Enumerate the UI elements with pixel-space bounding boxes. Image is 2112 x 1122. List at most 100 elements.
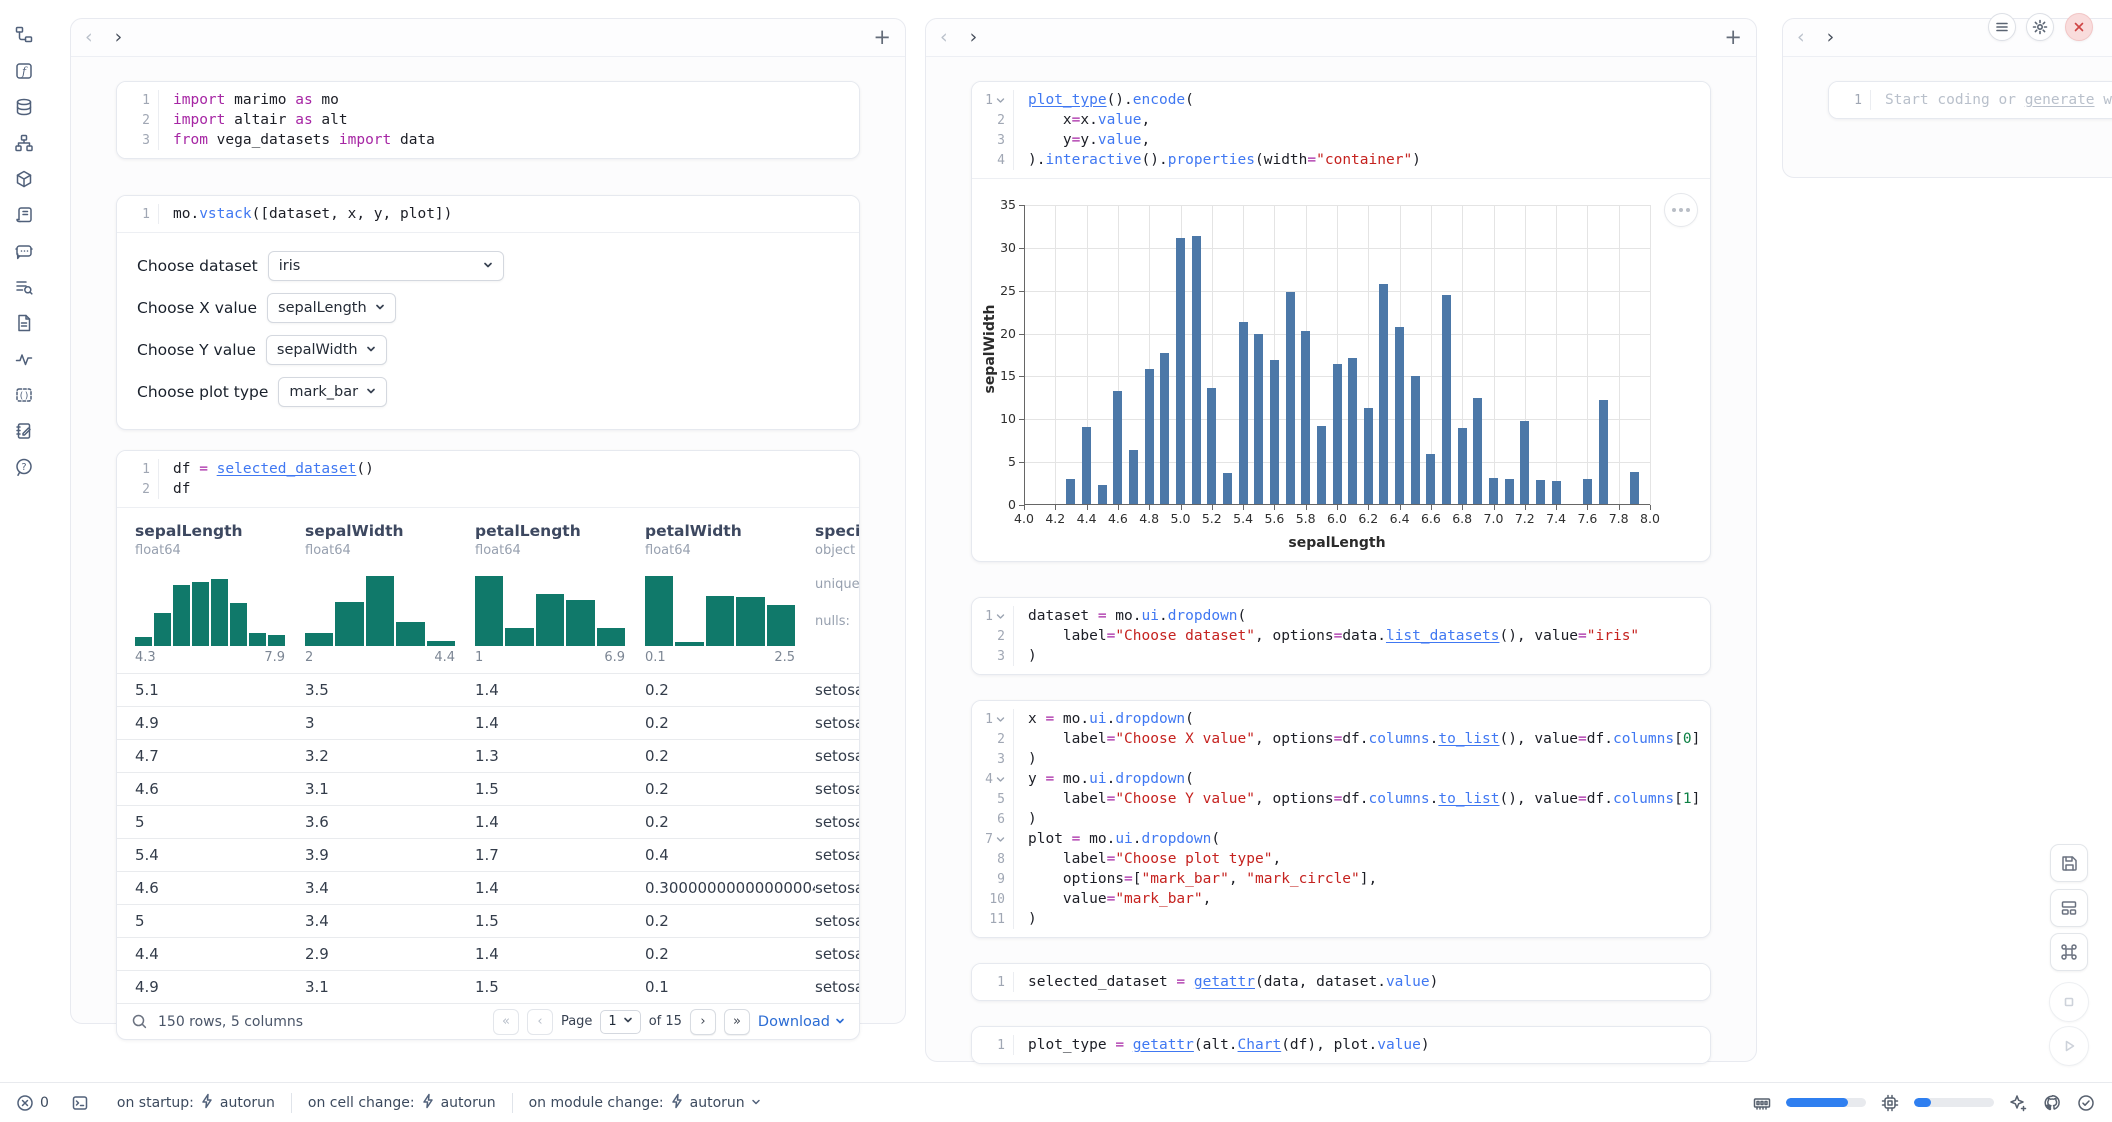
download-button[interactable]: Download [758, 1014, 845, 1030]
code-editor[interactable]: 1selected_dataset = getattr(data, datase… [972, 964, 1710, 1000]
stop-button[interactable] [2049, 982, 2089, 1022]
chevron-down-icon [366, 342, 376, 358]
code-content: df [159, 479, 190, 499]
runtime-config-module-change[interactable]: on module change:autorun [529, 1093, 761, 1113]
fold-toggle-icon[interactable] [996, 96, 1005, 105]
run-all-button[interactable] [2049, 1026, 2089, 1066]
table-cell: 3.9 [305, 846, 475, 864]
add-column-button[interactable]: + [873, 27, 891, 48]
move-column-left-icon[interactable]: ‹ [85, 28, 93, 47]
file-explorer-icon[interactable] [13, 24, 35, 46]
datasources-icon[interactable] [13, 96, 35, 118]
snippets-icon[interactable]: () [13, 384, 35, 406]
table-cell: 1.4 [475, 945, 645, 963]
column-header: ‹ › + [926, 19, 1756, 57]
fold-toggle-icon[interactable] [996, 775, 1005, 784]
code-line: 1import marimo as mo [117, 90, 859, 110]
tracing-icon[interactable] [13, 348, 35, 370]
code-line: 3) [972, 646, 1710, 666]
table-cell: 0.1 [645, 978, 815, 996]
fold-toggle-icon[interactable] [996, 835, 1005, 844]
x-tick-label: 5.8 [1289, 511, 1323, 526]
settings-gear-button[interactable] [2026, 13, 2054, 41]
move-column-left-icon[interactable]: ‹ [1797, 28, 1805, 47]
altair-chart[interactable]: 051015202530354.04.24.44.64.85.05.25.45.… [972, 179, 1710, 561]
move-column-left-icon[interactable]: ‹ [940, 28, 948, 47]
page-number-select[interactable]: 1 [600, 1010, 640, 1034]
x-tick [1149, 505, 1150, 510]
help-icon[interactable]: ? [13, 456, 35, 478]
code-editor[interactable]: 1plot_type().encode(2 x=x.value,3 y=y.va… [972, 82, 1710, 178]
code-editor[interactable]: 1mo.vstack([dataset, x, y, plot]) [117, 196, 859, 232]
first-page-button[interactable]: « [493, 1009, 519, 1035]
table-row: 4.73.21.30.2setosa [117, 739, 859, 772]
ai-chat-icon[interactable] [13, 240, 35, 262]
x-tick [1494, 505, 1495, 510]
logs-icon[interactable] [13, 204, 35, 226]
packages-icon[interactable] [13, 168, 35, 190]
code-editor[interactable]: 1x = mo.ui.dropdown(2 label="Choose X va… [972, 701, 1710, 937]
move-column-right-icon[interactable]: › [115, 28, 123, 47]
dropdown-choose-y-value[interactable]: sepalWidth [266, 335, 387, 365]
chart-bar [1520, 421, 1529, 505]
code-editor[interactable]: 1df = selected_dataset()2df [117, 451, 859, 507]
table-cell: 1.3 [475, 747, 645, 765]
keyboard-shortcuts-button[interactable] [2050, 933, 2088, 971]
runtime-config-startup[interactable]: on startup:autorun [117, 1093, 275, 1113]
x-tick-label: 6.8 [1445, 511, 1479, 526]
code-line: 4y = mo.ui.dropdown( [972, 769, 1710, 789]
table-row: 4.63.41.40.30000000000000004setosa [117, 871, 859, 904]
dropdown-choose-x-value[interactable]: sepalLength [267, 293, 396, 323]
documentation-icon[interactable] [13, 312, 35, 334]
dependency-graph-icon[interactable] [13, 132, 35, 154]
move-column-right-icon[interactable]: › [970, 28, 978, 47]
chart-bar [1536, 480, 1545, 505]
table-row: 5.13.51.40.2setosa [117, 673, 859, 706]
table-cell: 0.2 [645, 681, 815, 699]
add-column-button[interactable]: + [1724, 27, 1742, 48]
last-page-button[interactable]: » [724, 1009, 750, 1035]
table-cell: 3.5 [305, 681, 475, 699]
line-number: 1 [972, 972, 1014, 992]
connection-status-icon[interactable] [2076, 1093, 2096, 1113]
code-editor[interactable]: 1dataset = mo.ui.dropdown(2 label="Choos… [972, 598, 1710, 674]
search-icon[interactable] [131, 1013, 148, 1030]
x-tick-label: 6.2 [1351, 511, 1385, 526]
x-tick [1587, 505, 1588, 510]
table-of-contents-icon[interactable] [13, 276, 35, 298]
close-button[interactable] [2065, 13, 2093, 41]
x-tick [1431, 505, 1432, 510]
variables-icon[interactable]: f [13, 60, 35, 82]
column-histogram [645, 572, 795, 646]
scratchpad-icon[interactable] [13, 420, 35, 442]
line-number: 1 [972, 709, 1014, 729]
code-content: label="Choose plot type", [1014, 849, 1281, 869]
runtime-config-cell-change[interactable]: on cell change:autorun [308, 1093, 496, 1113]
save-button[interactable] [2050, 844, 2088, 882]
layout-button[interactable] [2050, 889, 2088, 927]
fold-toggle-icon[interactable] [996, 612, 1005, 621]
memory-usage-bar [1786, 1098, 1866, 1107]
dropdown-choose-plot-type[interactable]: mark_bar [278, 377, 387, 407]
chart-bar [1395, 327, 1404, 505]
chart-bar [1082, 427, 1091, 505]
next-page-button[interactable]: › [690, 1009, 716, 1035]
dropdown-choose-dataset[interactable]: iris [268, 251, 504, 281]
x-tick [1181, 505, 1182, 510]
x-tick-label: 7.8 [1602, 511, 1636, 526]
ai-sparkles-icon[interactable] [2008, 1093, 2028, 1113]
code-editor[interactable]: 1plot_type = getattr(alt.Chart(df), plot… [972, 1027, 1710, 1063]
github-icon[interactable] [2042, 1093, 2062, 1113]
table-column-header: petalWidthfloat640.12.5 [645, 522, 815, 673]
code-editor[interactable]: 1import marimo as mo2import altair as al… [117, 82, 859, 158]
terminal-button[interactable] [71, 1094, 89, 1112]
column-body: 1Start coding or generate with [1783, 57, 2112, 119]
menu-button[interactable] [1988, 13, 2016, 41]
code-editor[interactable]: 1Start coding or generate with [1829, 82, 2112, 118]
move-column-right-icon[interactable]: › [1827, 28, 1835, 47]
prev-page-button[interactable]: ‹ [527, 1009, 553, 1035]
generate-with-ai-link[interactable]: generate [2025, 92, 2095, 108]
fold-toggle-icon[interactable] [996, 715, 1005, 724]
error-count-badge[interactable]: 0 [16, 1094, 49, 1112]
chart-options-button[interactable] [1664, 193, 1698, 227]
